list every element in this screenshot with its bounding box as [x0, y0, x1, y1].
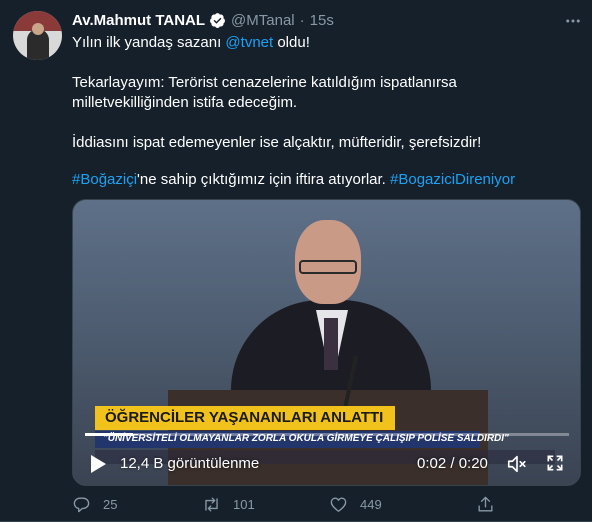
tweet-header: Av.Mahmut TANAL @MTanal · 15s	[72, 11, 334, 29]
video-progress-bar[interactable]	[85, 433, 569, 436]
tweet-text: 'ne sahip çıktığımız için iftira atıyorl…	[137, 171, 391, 188]
heart-icon	[330, 497, 347, 512]
video-player[interactable]: ÖĞRENCİLER YAŞANANLARI ANLATTI "ÜNİVERSİ…	[72, 199, 581, 486]
tweet-timestamp[interactable]: 15s	[310, 12, 334, 29]
verified-badge-icon	[210, 12, 225, 28]
hashtag-link[interactable]: #Boğaziçi	[72, 171, 137, 188]
news-banner-title: ÖĞRENCİLER YAŞANANLARI ANLATTI	[95, 406, 395, 430]
separator-dot: ·	[299, 11, 305, 29]
tweet-actions: 25 101 449	[72, 495, 512, 517]
reply-count: 25	[103, 497, 118, 512]
more-options-icon[interactable]	[564, 12, 582, 30]
play-icon[interactable]	[89, 454, 107, 474]
retweet-count: 101	[233, 497, 255, 512]
avatar-head	[32, 23, 44, 35]
speaker-glasses	[299, 260, 357, 274]
share-button[interactable]	[476, 495, 507, 514]
reply-icon	[73, 497, 90, 513]
share-icon	[478, 496, 493, 512]
like-button[interactable]: 449	[329, 495, 382, 514]
tweet-text: oldu!	[273, 34, 310, 51]
video-timecode: 0:02 / 0:20	[417, 455, 488, 472]
video-progress-fill	[85, 433, 134, 436]
speaker-tie	[324, 318, 338, 370]
author-name[interactable]: Av.Mahmut TANAL	[72, 12, 205, 29]
fullscreen-icon[interactable]	[545, 453, 565, 473]
tweet-text-line-2: Tekarlayayım: Terörist cenazelerine katı…	[72, 74, 457, 91]
mention-link[interactable]: @tvnet	[225, 34, 273, 51]
retweet-button[interactable]: 101	[202, 495, 255, 514]
tweet-text-line-4: İddiasını ispat edemeyenler ise alçaktır…	[72, 134, 482, 151]
tweet-text: Yılın ilk yandaş sazanı	[72, 34, 226, 51]
avatar[interactable]	[13, 11, 62, 60]
reply-button[interactable]: 25	[72, 495, 117, 514]
volume-muted-icon[interactable]	[506, 453, 528, 475]
like-count: 449	[360, 497, 382, 512]
banner-title-text: ÖĞRENCİLER YAŞANANLARI ANLATTI	[105, 409, 384, 426]
retweet-icon	[205, 497, 218, 512]
hashtag-link[interactable]: #BogaziciDireniyor	[390, 171, 515, 188]
tweet[interactable]: Av.Mahmut TANAL @MTanal · 15s Yılın ilk …	[0, 0, 592, 522]
author-handle[interactable]: @MTanal	[231, 12, 295, 29]
view-count: 12,4 B görüntülenme	[120, 455, 260, 472]
tweet-text-line-5: #Boğaziçi'ne sahip çıktığımız için iftir…	[72, 170, 515, 190]
tweet-text-line-1: Yılın ilk yandaş sazanı @tvnet oldu!	[72, 33, 310, 53]
tweet-text-line-3: milletvekilliğinden istifa edeceğim.	[72, 94, 298, 111]
